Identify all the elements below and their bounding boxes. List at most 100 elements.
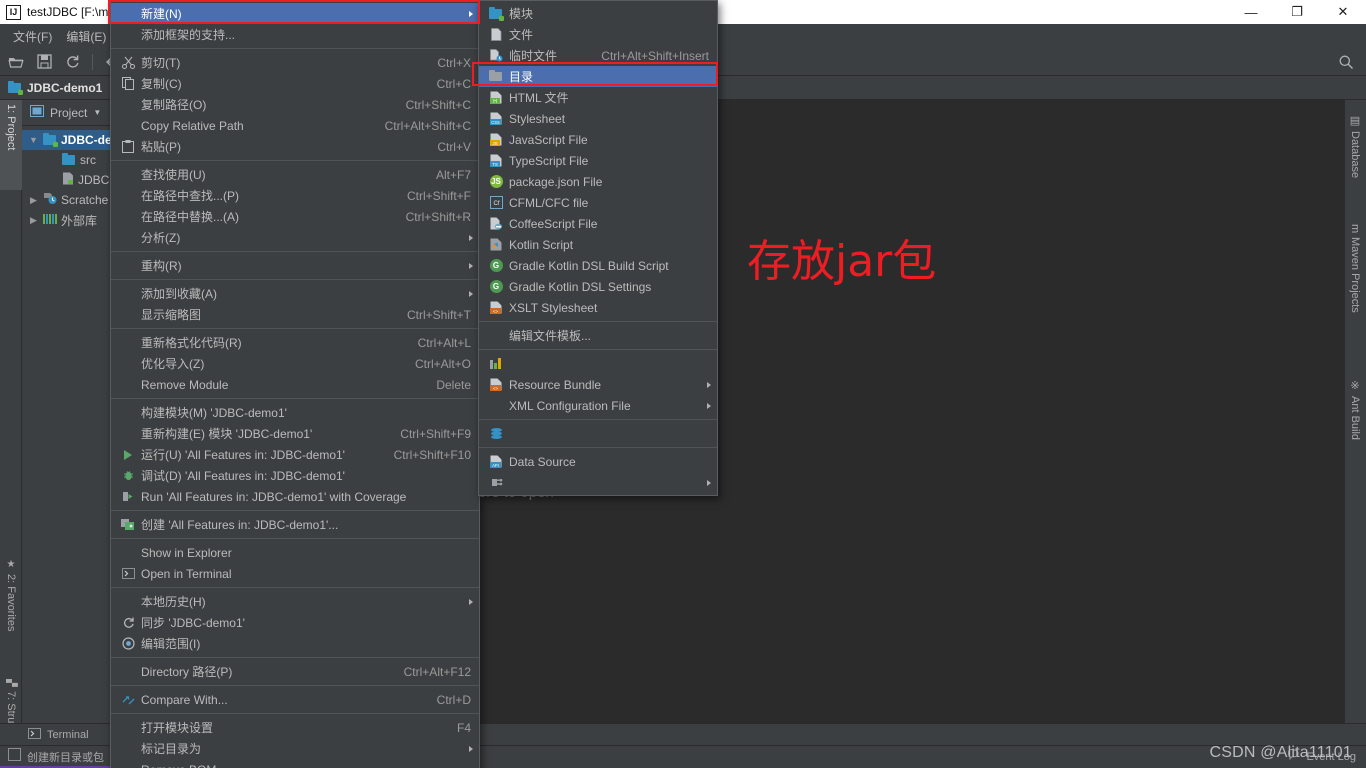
menu-item-label: 优化导入(Z) [141,357,205,371]
submenu-item-gradle-kotlin-dsl-build-script[interactable]: G Gradle Kotlin DSL Build Script [479,255,717,276]
terminal-tab-label[interactable]: Terminal [47,729,89,741]
menu-item-label: TypeScript File [509,153,589,168]
menu-item-label: 剪切(T) [141,56,181,70]
sidebar-item-favorites[interactable]: ★ 2: Favorites [0,555,22,665]
expand-arrow-icon[interactable]: ▼ [28,135,39,145]
menu-item-directory-path[interactable]: Directory 路径(P) Ctrl+Alt+F12 [111,661,479,682]
submenu-item-file[interactable]: 文件 [479,24,717,45]
submenu-item-gradle-kotlin-dsl-settings[interactable]: G Gradle Kotlin DSL Settings [479,276,717,297]
menu-item-build-module[interactable]: 构建模块(M) 'JDBC-demo1' [111,402,479,423]
iml-file-icon [62,172,74,188]
menu-separator [479,321,717,322]
save-icon[interactable] [36,54,52,70]
submenu-arrow-icon [707,381,711,388]
menu-item-local-history[interactable]: 本地历史(H) [111,591,479,612]
collapse-arrow-icon[interactable]: ▶ [28,215,39,226]
submenu-item-typescript-file[interactable]: TS TypeScript File [479,150,717,171]
search-icon[interactable] [1338,54,1354,70]
menu-item-label: 构建模块(M) 'JDBC-demo1' [141,406,287,420]
menu-item-replace-in-path[interactable]: 在路径中替换...(A) Ctrl+Shift+R [111,206,479,227]
context-menu[interactable]: 新建(N) 添加框架的支持... 剪切(T) Ctrl+X 复制(C) Ctrl… [110,0,480,768]
submenu-item-diagram[interactable]: XML Configuration File [479,395,717,416]
menu-item-run-with-coverage[interactable]: Run 'All Features in: JDBC-demo1' with C… [111,486,479,507]
submenu-item-stylesheet[interactable]: CSS Stylesheet [479,108,717,129]
new-submenu[interactable]: 模块 文件 临时文件 Ctrl+Alt+Shift+Insert 目录 H HT… [478,0,718,496]
submenu-item-kotlin-script[interactable]: Kotlin Script [479,234,717,255]
menu-item-copy-path[interactable]: 复制路径(O) Ctrl+Shift+C [111,94,479,115]
empty-icon-slot [119,286,137,302]
project-tab-label: 1: Project [5,104,17,151]
menu-item-copy-relative-path[interactable]: Copy Relative Path Ctrl+Alt+Shift+C [111,115,479,136]
menubar-item-file[interactable]: 文件(F) [6,26,59,47]
sync-icon[interactable] [64,54,80,70]
submenu-item-edit-file-templates[interactable]: 编辑文件模板... [479,325,717,346]
menu-item-refactor[interactable]: 重构(R) [111,255,479,276]
menu-item-new[interactable]: 新建(N) [111,3,479,24]
empty-icon-slot [119,118,137,134]
menu-item-find-in-path[interactable]: 在路径中查找...(P) Ctrl+Shift+F [111,185,479,206]
menu-item-remove-module[interactable]: Remove Module Delete [111,374,479,395]
menu-item-add-framework-support[interactable]: 添加框架的支持... [111,24,479,45]
menu-item-optimize-imports[interactable]: 优化导入(Z) Ctrl+Alt+O [111,353,479,374]
minimize-button[interactable]: — [1228,0,1274,24]
menu-item-find-usages[interactable]: 查找使用(U) Alt+F7 [111,164,479,185]
menu-item-shortcut: Ctrl+X [437,55,471,70]
menu-item-label: 显示缩略图 [141,308,202,322]
submenu-item-package-json-file[interactable]: JS package.json File [479,171,717,192]
menu-item-edit-scopes[interactable]: 编辑范围(I) [111,633,479,654]
menu-item-open-in-terminal[interactable]: Open in Terminal [111,563,479,584]
compare-icon [119,692,137,708]
submenu-item-plugin-devkit[interactable] [479,472,717,493]
submenu-item-html-file[interactable]: H HTML 文件 [479,87,717,108]
submenu-item-data-source[interactable] [479,423,717,444]
breadcrumb-module[interactable]: JDBC-demo1 [27,81,102,95]
submenu-item-directory[interactable]: 目录 [479,66,717,87]
kotlin-icon [487,237,505,253]
menu-item-label: 新建(N) [141,7,182,21]
menu-item-compare-with[interactable]: Compare With... Ctrl+D [111,689,479,710]
menu-item-show-image-thumbnails[interactable]: 显示缩略图 Ctrl+Shift+T [111,304,479,325]
close-button[interactable]: ✕ [1320,0,1366,24]
collapse-arrow-icon[interactable]: ▶ [28,195,39,206]
menu-item-label: Compare With... [141,692,228,707]
xslt-icon: <> [487,300,505,316]
maximize-button[interactable]: ❐ [1274,0,1320,24]
menu-item-run[interactable]: 运行(U) 'All Features in: JDBC-demo1' Ctrl… [111,444,479,465]
sidebar-item-database[interactable]: ▤ Database [1344,110,1366,200]
submenu-item-scratch-file[interactable]: 临时文件 Ctrl+Alt+Shift+Insert [479,45,717,66]
submenu-item-module[interactable]: 模块 [479,3,717,24]
submenu-arrow-icon [469,290,473,297]
sidebar-item-project[interactable]: 1: Project [0,100,22,190]
submenu-item-xslt-stylesheet[interactable]: <> XSLT Stylesheet [479,297,717,318]
menu-item-paste[interactable]: 粘贴(P) Ctrl+V [111,136,479,157]
open-folder-icon[interactable] [8,54,24,70]
menu-item-analyze[interactable]: 分析(Z) [111,227,479,248]
menu-item-shortcut: Ctrl+Shift+F [406,188,471,203]
sidebar-item-maven-projects[interactable]: m Maven Projects [1344,220,1366,360]
menu-item-rebuild-module[interactable]: 重新构建(E) 模块 'JDBC-demo1' Ctrl+Shift+F9 [111,423,479,444]
submenu-item-xml-configuration-file[interactable]: <> Resource Bundle [479,374,717,395]
menubar-item-edit[interactable]: 编辑(E) [59,26,113,47]
submenu-item-cfml-file[interactable]: Cf CFML/CFC file [479,192,717,213]
menu-item-cut[interactable]: 剪切(T) Ctrl+X [111,52,479,73]
menu-item-synchronize[interactable]: 同步 'JDBC-demo1' [111,612,479,633]
menu-item-create-run-configuration[interactable]: 创建 'All Features in: JDBC-demo1'... [111,514,479,535]
project-window-icon [30,104,44,122]
sidebar-item-ant-build[interactable]: ※ Ant Build [1344,375,1366,480]
menu-item-copy[interactable]: 复制(C) Ctrl+C [111,73,479,94]
submenu-item-http-request[interactable]: API Data Source [479,451,717,472]
submenu-item-resource-bundle[interactable] [479,353,717,374]
css-file-icon: CSS [487,111,505,127]
tree-node-label: 外部库 [61,213,98,228]
chevron-down-icon[interactable]: ▼ [93,108,101,117]
menu-item-reformat-code[interactable]: 重新格式化代码(R) Ctrl+Alt+L [111,332,479,353]
submenu-item-coffeescript-file[interactable]: CoffeeScript File [479,213,717,234]
submenu-item-javascript-file[interactable]: JS JavaScript File [479,129,717,150]
menu-item-debug[interactable]: 调试(D) 'All Features in: JDBC-demo1' [111,465,479,486]
menu-item-mark-directory-as[interactable]: 标记目录为 [111,738,479,759]
menu-item-add-to-favorites[interactable]: 添加到收藏(A) [111,283,479,304]
terminal-icon [28,726,41,744]
menu-item-open-module-settings[interactable]: 打开模块设置 F4 [111,717,479,738]
menu-item-show-in-explorer[interactable]: Show in Explorer [111,542,479,563]
menu-item-remove-bom[interactable]: Remove BOM [111,759,479,768]
